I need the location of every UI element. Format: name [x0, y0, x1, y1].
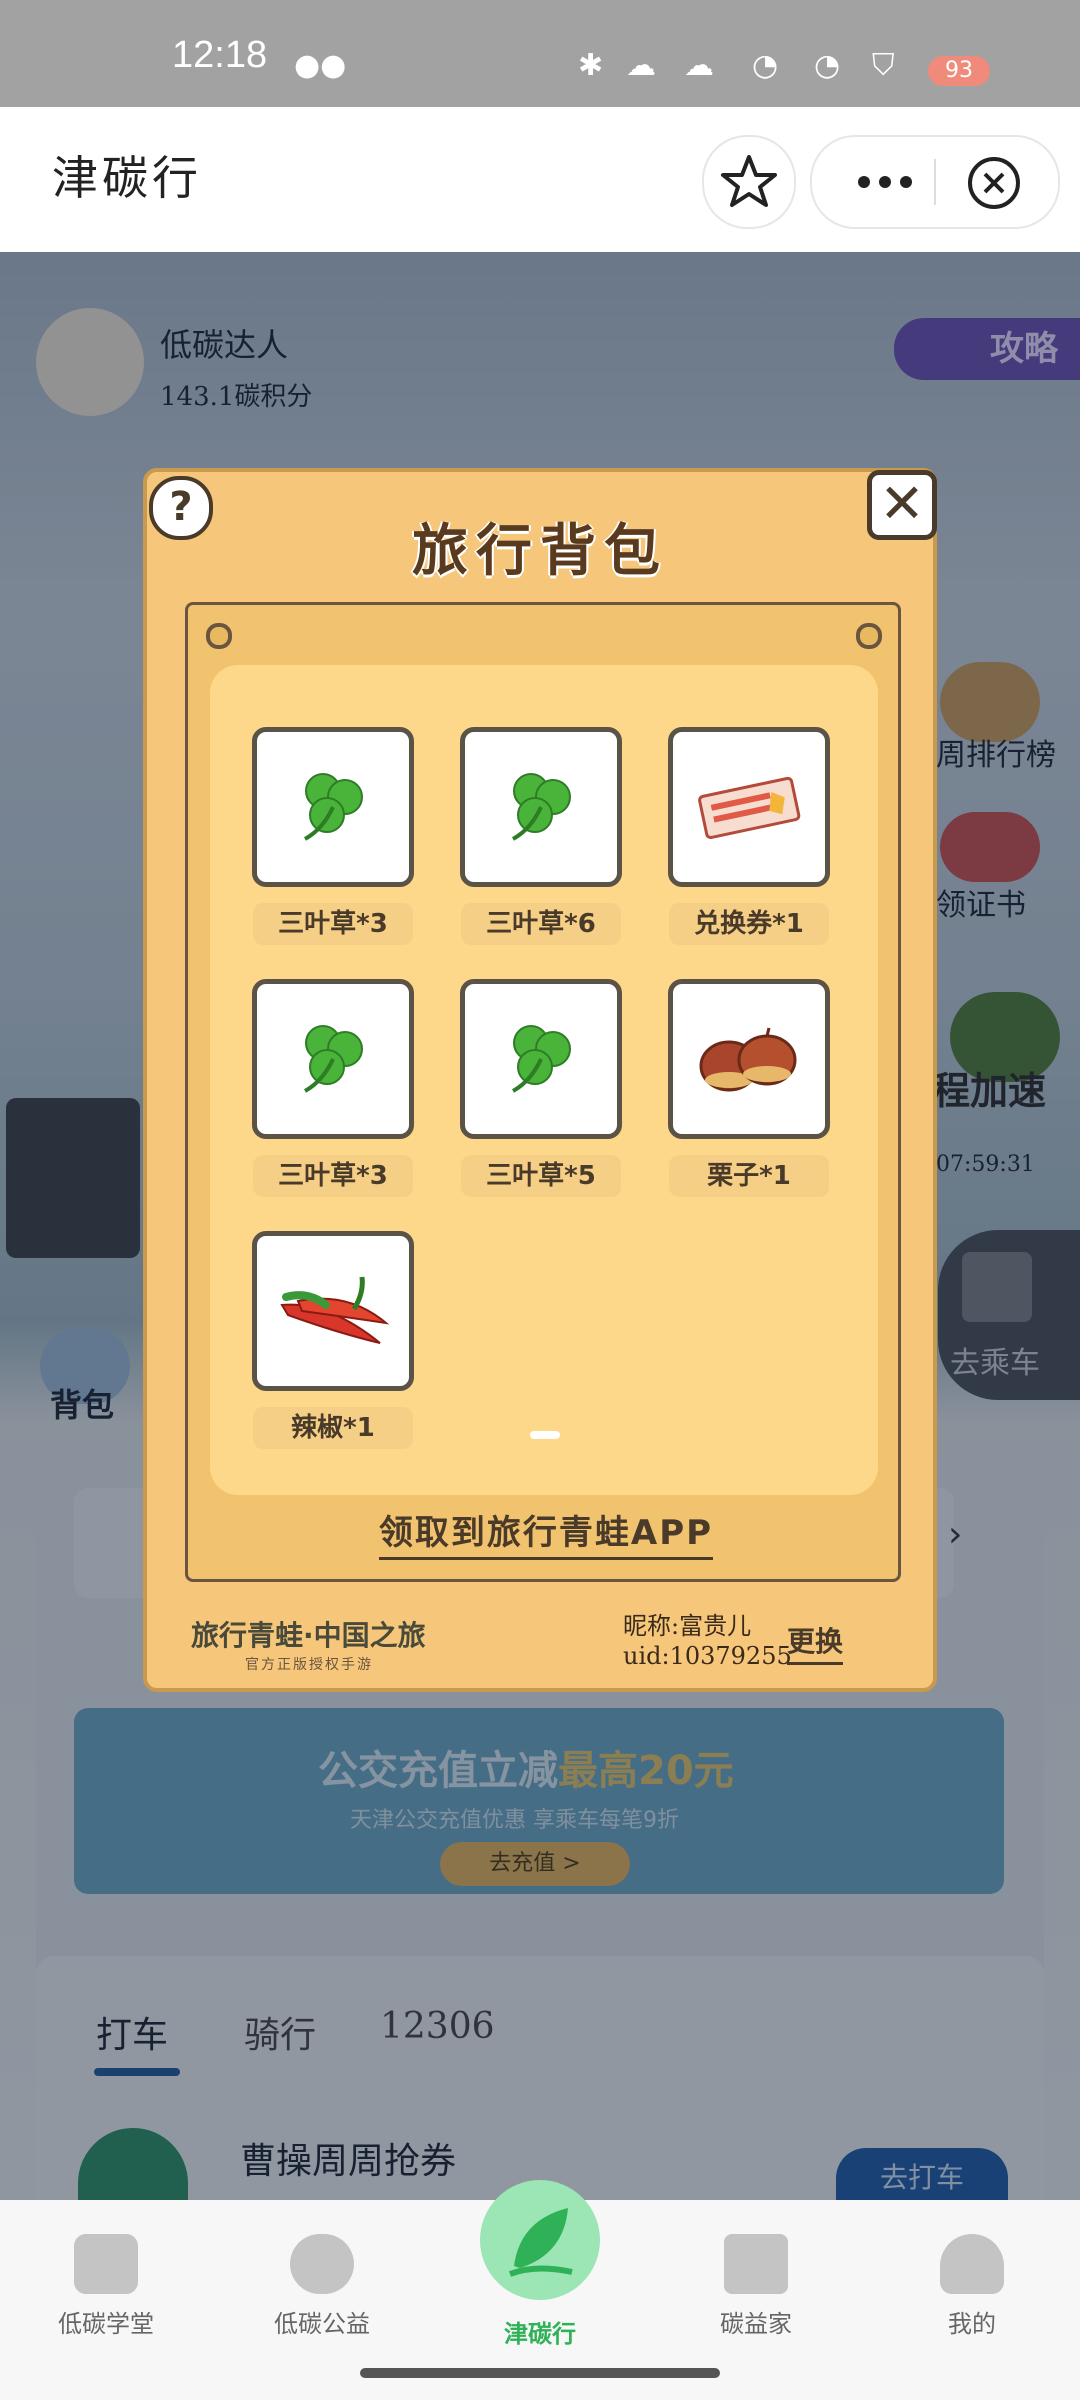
user-uid: uid:10379255 — [623, 1642, 792, 1670]
claim-link-text: 领取到旅行青蛙APP — [378, 1513, 714, 1560]
rivet-right — [856, 623, 882, 649]
nav-low-carbon-charity[interactable]: 低碳公益 — [242, 2234, 402, 2339]
frog-brand-logo: 旅行青蛙·中国之旅 — [191, 1619, 426, 1652]
more-icon — [858, 176, 912, 188]
item-label: 三叶草*3 — [253, 1155, 413, 1197]
item-label: 栗子*1 — [669, 1155, 829, 1197]
more-button[interactable] — [850, 159, 920, 205]
nav-carbon-home[interactable]: 碳益家 — [676, 2234, 836, 2339]
home-indicator[interactable] — [360, 2368, 720, 2378]
cloud-hd-icon: ☁ — [684, 48, 714, 83]
chestnut-icon — [673, 984, 825, 1134]
nav-mine[interactable]: 我的 — [892, 2234, 1052, 2339]
wechat-icon: ●● — [294, 48, 347, 83]
person-icon — [940, 2234, 1004, 2294]
ticket-icon — [673, 732, 825, 882]
clover-icon — [465, 732, 617, 882]
item-slot[interactable] — [668, 727, 830, 887]
close-icon: ✕ — [879, 472, 925, 535]
modal-title: 旅行背包 — [412, 519, 668, 584]
item-slot[interactable] — [252, 1231, 414, 1391]
title-bar: 津碳行 — [0, 107, 1080, 252]
change-account-button[interactable]: 更换 — [787, 1620, 844, 1665]
nav-low-carbon-school[interactable]: 低碳学堂 — [26, 2234, 186, 2339]
close-circle-icon — [968, 157, 1020, 209]
modal-close-button[interactable]: ✕ — [867, 470, 937, 540]
item-slot[interactable] — [252, 979, 414, 1139]
nav-label: 我的 — [948, 2310, 996, 2338]
leaf-icon — [508, 2208, 573, 2277]
signal-4g-icon: ◔ — [752, 48, 779, 83]
item-slot[interactable] — [460, 727, 622, 887]
travel-backpack-modal: 旅行背包 ? ✕ 三叶草*3 三叶草*6 兑换券*1 三叶草*3 三叶草*5 栗… — [143, 468, 937, 1692]
star-icon — [721, 155, 777, 207]
nickname: 昵称:富贵儿 — [623, 1612, 752, 1640]
signal-5g-icon: ◔ — [814, 48, 841, 83]
help-button[interactable]: ? — [149, 476, 213, 540]
item-label: 辣椒*1 — [253, 1407, 413, 1449]
item-label: 兑换券*1 — [669, 903, 829, 945]
claim-to-app-link[interactable]: 领取到旅行青蛙APP — [188, 1505, 904, 1560]
nav-label: 碳益家 — [720, 2310, 792, 2338]
status-bar: 12:18 ●● ✱ ☁ ☁ ◔ ◔ ⛉ 93 — [0, 0, 1080, 107]
nav-label: 低碳学堂 — [58, 2310, 154, 2338]
nav-label: 低碳公益 — [274, 2310, 370, 2338]
book-icon — [74, 2234, 138, 2294]
store-icon — [724, 2234, 788, 2294]
backpack-frame: 三叶草*3 三叶草*6 兑换券*1 三叶草*3 三叶草*5 栗子*1 辣椒*1 … — [185, 602, 901, 1582]
clover-icon — [257, 984, 409, 1134]
help-icon: ? — [169, 484, 193, 530]
center-nav-button[interactable] — [480, 2180, 600, 2300]
item-grid: 三叶草*3 三叶草*6 兑换券*1 三叶草*3 三叶草*5 栗子*1 辣椒*1 — [210, 665, 878, 1495]
rivet-left — [206, 623, 232, 649]
item-label: 三叶草*5 — [461, 1155, 621, 1197]
item-slot[interactable] — [252, 727, 414, 887]
page-indicator — [530, 1431, 560, 1439]
status-time: 12:18 — [172, 34, 268, 76]
nav-label: 津碳行 — [504, 2319, 576, 2348]
page-title: 津碳行 — [52, 151, 202, 205]
capsule-divider — [934, 159, 936, 205]
item-slot[interactable] — [460, 979, 622, 1139]
favorite-button[interactable] — [702, 135, 796, 229]
nav-jin-tan-xing[interactable]: 津碳行 — [460, 2314, 620, 2349]
miniapp-capsule — [810, 135, 1060, 229]
clover-icon — [465, 984, 617, 1134]
item-label: 三叶草*6 — [461, 903, 621, 945]
bluetooth-icon: ✱ — [578, 48, 604, 83]
item-label: 三叶草*3 — [253, 903, 413, 945]
clover-icon — [257, 732, 409, 882]
cloud-icon: ☁ — [626, 48, 656, 83]
battery-indicator: 93 — [928, 56, 990, 86]
shield-icon: ⛉ — [872, 48, 895, 83]
brand-subtitle: 官方正版授权手游 — [245, 1657, 373, 1673]
item-slot[interactable] — [668, 979, 830, 1139]
chili-icon — [257, 1236, 409, 1386]
close-miniapp-button[interactable] — [964, 155, 1024, 215]
heart-hand-icon — [290, 2234, 354, 2294]
